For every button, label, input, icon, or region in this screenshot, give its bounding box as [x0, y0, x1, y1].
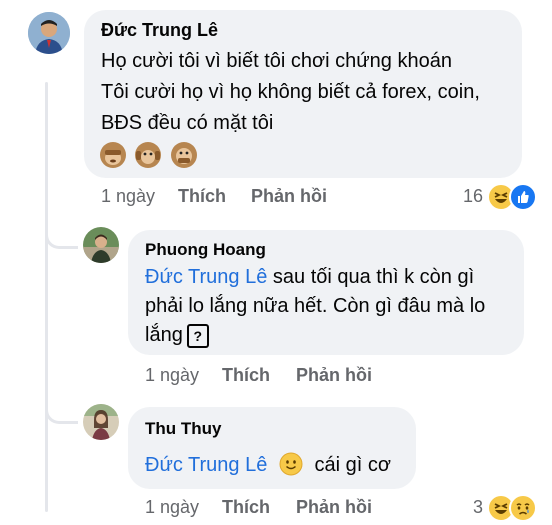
- comment-line: Đức Trung Lê sau tối qua thì k còn gì: [145, 262, 474, 293]
- comment-line: Tôi cười họ vì họ không biết cả forex, c…: [101, 81, 480, 103]
- sad-icon[interactable]: [509, 494, 537, 522]
- like-icon[interactable]: [509, 183, 537, 211]
- avatar[interactable]: [83, 404, 119, 440]
- reply-connector: [45, 220, 78, 249]
- mention-link[interactable]: Đức Trung Lê: [145, 454, 267, 476]
- thread-line: [45, 82, 48, 512]
- emoji-row: [100, 142, 202, 173]
- unknown-glyph: ?: [186, 323, 209, 348]
- like-button[interactable]: Thích: [222, 497, 270, 518]
- comment-author[interactable]: Đức Trung Lê: [101, 20, 218, 41]
- speak-no-evil-monkey-icon: [170, 142, 197, 168]
- like-button[interactable]: Thích: [222, 365, 270, 386]
- comment-line: BĐS đều có mặt tôi: [101, 112, 274, 134]
- reply-button[interactable]: Phản hồi: [251, 186, 327, 207]
- comment-text: cái gì cơ: [314, 454, 391, 476]
- avatar[interactable]: [83, 227, 119, 263]
- reply-connector: [45, 395, 78, 424]
- comment-line: phải lo lắng nữa hết. Còn gì đâu mà lo: [145, 295, 486, 317]
- comment-author[interactable]: Thu Thuy: [145, 419, 221, 439]
- reaction-count[interactable]: 16: [463, 186, 483, 207]
- comment-actions: 1 ngày Thích Phản hồi: [101, 186, 401, 208]
- avatar[interactable]: [28, 12, 70, 54]
- reaction-count[interactable]: 3: [473, 497, 483, 518]
- see-no-evil-monkey-icon: [100, 142, 126, 168]
- comment-actions: 1 ngày Thích Phản hồi: [145, 497, 445, 519]
- comment-text: sau tối qua thì k còn gì: [267, 266, 475, 288]
- comment-text: lắng: [145, 324, 183, 346]
- comment-line: Đức Trung Lê cái gì cơ: [145, 450, 391, 481]
- comment-time[interactable]: 1 ngày: [145, 365, 199, 386]
- comment-time[interactable]: 1 ngày: [145, 497, 199, 518]
- hear-no-evil-monkey-icon: [135, 142, 162, 168]
- reply-button[interactable]: Phản hồi: [296, 497, 372, 518]
- reply-button[interactable]: Phản hồi: [296, 365, 372, 386]
- comment-line: Họ cười tôi vì biết tôi chơi chứng khoán: [101, 50, 452, 72]
- comment-author[interactable]: Phuong Hoang: [145, 240, 266, 260]
- comment-time[interactable]: 1 ngày: [101, 186, 155, 207]
- comment-actions: 1 ngày Thích Phản hồi: [145, 365, 445, 387]
- slightly-smiling-face-icon: [279, 452, 303, 476]
- mention-link[interactable]: Đức Trung Lê: [145, 266, 267, 288]
- like-button[interactable]: Thích: [178, 186, 226, 207]
- comment-line: lắng?: [145, 320, 209, 351]
